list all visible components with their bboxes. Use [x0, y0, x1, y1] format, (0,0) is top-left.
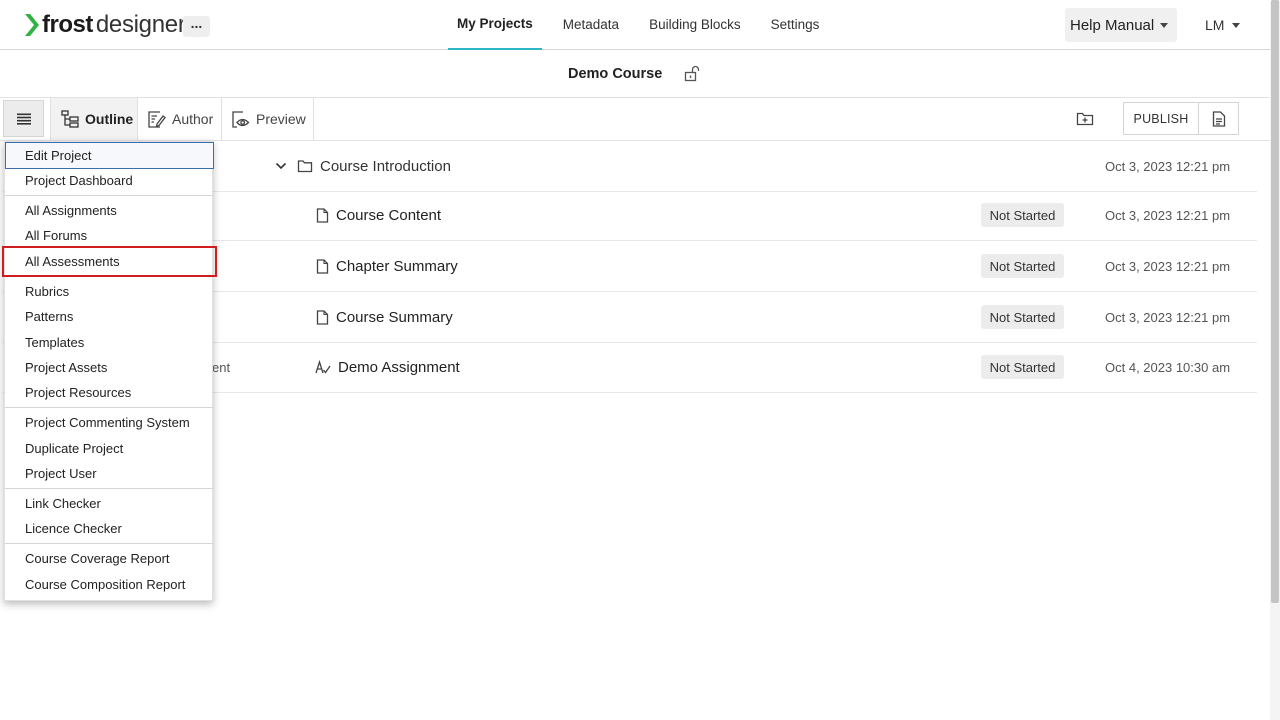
logo-brand-text: frost — [42, 11, 93, 38]
folder-icon — [297, 160, 313, 173]
publish-button[interactable]: PUBLISH — [1123, 102, 1199, 135]
outline-date: Oct 3, 2023 12:21 pm — [1105, 258, 1231, 274]
tab-metadata[interactable]: Metadata — [554, 0, 628, 50]
outline-label: Outline — [85, 111, 134, 127]
main-nav: My Projects Metadata Building Blocks Set… — [448, 0, 840, 50]
app-window: frost designer ... My Projects Metadata … — [0, 0, 1280, 720]
more-options-button[interactable]: ... — [183, 16, 210, 37]
tab-settings[interactable]: Settings — [762, 0, 829, 50]
preview-view-button[interactable]: Preview — [222, 98, 314, 140]
menu-divider — [5, 407, 214, 408]
outline-row-label[interactable]: Course Content — [316, 190, 441, 240]
menu-item-licence-checker[interactable]: Licence Checker — [5, 516, 214, 541]
author-edit-icon — [148, 110, 166, 128]
menu-divider — [5, 195, 214, 196]
menu-item-all-forums[interactable]: All Forums — [5, 223, 214, 248]
hamburger-icon — [16, 113, 31, 125]
menu-item-edit-project[interactable]: Edit Project — [5, 142, 214, 169]
unlock-icon[interactable] — [684, 65, 700, 82]
status-badge: Not Started — [981, 254, 1064, 278]
outline-title: Course Summary — [336, 308, 453, 326]
outline-view-button[interactable]: Outline — [50, 98, 138, 140]
course-title: Demo Course — [568, 66, 663, 82]
add-folder-icon[interactable] — [1076, 111, 1094, 127]
logo-chevron-icon — [25, 14, 39, 36]
page-icon — [316, 207, 329, 223]
menu-divider — [5, 543, 214, 544]
status-badge: Not Started — [981, 305, 1064, 329]
document-button[interactable] — [1199, 102, 1239, 135]
chevron-down-icon — [1232, 22, 1241, 28]
preview-label: Preview — [256, 111, 306, 127]
menu-item-course-coverage-report[interactable]: Course Coverage Report — [5, 546, 214, 571]
outline-tree-icon — [61, 110, 79, 128]
menu-divider — [5, 488, 214, 489]
menu-item-link-checker[interactable]: Link Checker — [5, 491, 214, 516]
outline-row-label[interactable]: Course Summary — [316, 292, 453, 342]
outline-row-label[interactable]: Course Introduction — [275, 141, 451, 191]
menu-item-course-composition-report[interactable]: Course Composition Report — [5, 572, 214, 597]
project-menu-dropdown: Edit Project Project Dashboard All Assig… — [4, 141, 214, 601]
menu-item-project-dashboard[interactable]: Project Dashboard — [5, 168, 214, 193]
page-icon — [316, 258, 329, 274]
outline-date: Oct 3, 2023 12:21 pm — [1105, 207, 1231, 223]
tab-my-projects[interactable]: My Projects — [448, 0, 542, 50]
outline-title: Course Content — [336, 206, 442, 224]
menu-item-patterns[interactable]: Patterns — [5, 304, 214, 329]
outline-row-partial-text: ent — [212, 359, 231, 375]
menu-item-project-resources[interactable]: Project Resources — [5, 380, 214, 405]
chevron-down-icon — [1160, 22, 1169, 28]
project-menu-button[interactable] — [3, 100, 44, 137]
chevron-down-icon[interactable] — [275, 161, 287, 171]
tab-building-blocks[interactable]: Building Blocks — [640, 0, 750, 50]
logo-sub-text: designer — [95, 11, 186, 38]
menu-item-project-commenting-system[interactable]: Project Commenting System — [5, 410, 214, 435]
menu-item-all-assignments[interactable]: All Assignments — [5, 198, 214, 223]
menu-item-templates[interactable]: Templates — [5, 330, 214, 355]
menu-item-project-user[interactable]: Project User — [5, 461, 214, 486]
menu-item-duplicate-project[interactable]: Duplicate Project — [5, 436, 214, 461]
outline-date: Oct 4, 2023 10:30 am — [1105, 359, 1231, 375]
preview-eye-icon — [232, 110, 250, 128]
outline-title: Course Introduction — [320, 157, 451, 175]
page-icon — [316, 309, 329, 325]
outline-row-label[interactable]: Chapter Summary — [316, 241, 458, 291]
top-header: frost designer ... My Projects Metadata … — [0, 0, 1270, 50]
outline-title: Demo Assignment — [338, 358, 460, 376]
course-toolbar: Outline Author Preview PUBLISH — [0, 98, 1270, 141]
menu-item-rubrics[interactable]: Rubrics — [5, 279, 214, 304]
page-scrollbar[interactable] — [1270, 0, 1280, 720]
outline-row-label[interactable]: Demo Assignment — [315, 342, 460, 392]
menu-item-project-assets[interactable]: Project Assets — [5, 355, 214, 380]
status-badge: Not Started — [981, 355, 1064, 379]
outline-date: Oct 3, 2023 12:21 pm — [1105, 158, 1231, 174]
author-view-button[interactable]: Author — [138, 98, 222, 140]
help-manual-dropdown[interactable]: Help Manual — [1065, 8, 1177, 42]
user-initials: LM — [1205, 17, 1225, 33]
outline-date: Oct 3, 2023 12:21 pm — [1105, 309, 1231, 325]
help-manual-label: Help Manual — [1070, 16, 1155, 34]
user-menu[interactable]: LM — [1205, 17, 1241, 33]
status-badge: Not Started — [981, 203, 1064, 227]
author-label: Author — [172, 111, 214, 127]
assignment-icon — [315, 359, 331, 374]
highlight-box — [2, 246, 217, 277]
outline-title: Chapter Summary — [336, 257, 458, 275]
course-title-bar: Demo Course — [0, 50, 1270, 98]
document-icon — [1212, 110, 1225, 127]
frost-designer-logo[interactable]: frost designer — [24, 11, 186, 39]
scrollbar-thumb[interactable] — [1271, 0, 1279, 603]
